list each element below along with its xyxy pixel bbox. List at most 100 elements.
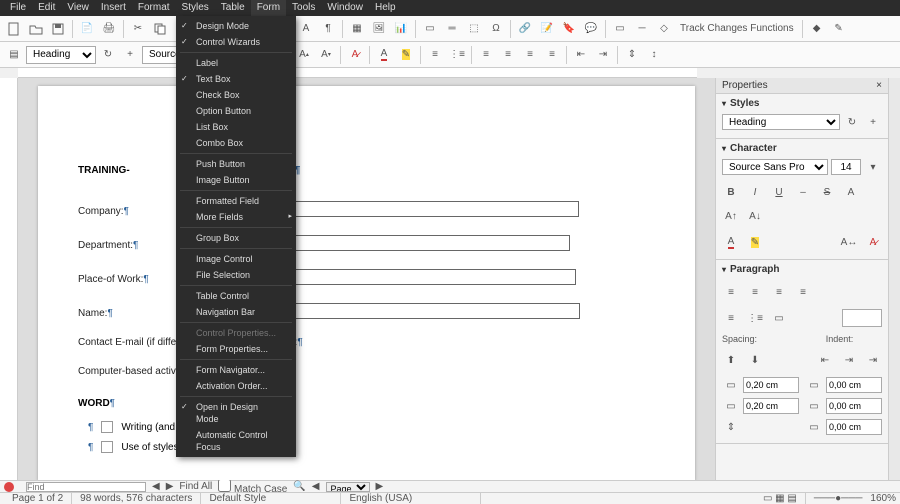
image-icon[interactable]: 🖼 xyxy=(369,19,389,39)
firstline-icon[interactable]: ▭ xyxy=(805,418,823,436)
chart-icon[interactable]: 📊 xyxy=(391,19,411,39)
clear-format-icon[interactable]: A̷ xyxy=(345,45,365,65)
justify-icon[interactable]: ≡ xyxy=(794,283,812,301)
checkbox-writing[interactable] xyxy=(101,421,113,433)
align-right-icon[interactable]: ≡ xyxy=(520,45,540,65)
menu-item-file-selection[interactable]: File Selection xyxy=(176,267,296,283)
status-style[interactable]: Default Style xyxy=(201,493,341,504)
spellcheck-icon[interactable]: A xyxy=(296,19,316,39)
find-prev-icon[interactable]: ◀ xyxy=(152,481,160,492)
line-icon[interactable]: ─ xyxy=(632,19,652,39)
italic-icon[interactable]: I xyxy=(746,183,764,201)
number-icon[interactable]: ⋮≡ xyxy=(746,309,764,327)
menu-edit[interactable]: Edit xyxy=(32,0,61,16)
menu-item-image-button[interactable]: Image Button xyxy=(176,172,296,188)
menu-help[interactable]: Help xyxy=(369,0,402,16)
nav-prev-icon[interactable]: ◀ xyxy=(312,481,320,492)
menu-item-more-fields[interactable]: More Fields xyxy=(176,209,296,225)
zoom-slider[interactable]: ───●─── xyxy=(806,493,871,504)
status-lang[interactable]: English (USA) xyxy=(341,493,481,504)
print-icon[interactable]: 🖨 xyxy=(99,19,119,39)
bold-icon[interactable]: B xyxy=(722,183,740,201)
clear-format-icon[interactable]: A̷ xyxy=(864,233,882,251)
menu-item-check-box[interactable]: Check Box xyxy=(176,87,296,103)
superscript-icon[interactable]: A▴ xyxy=(294,45,314,65)
status-wordcount[interactable]: 98 words, 576 characters xyxy=(72,493,201,504)
indent-after-icon[interactable]: ▭ xyxy=(805,397,823,415)
section-character[interactable]: Character xyxy=(730,143,777,154)
firstline-indent[interactable]: 0,00 cm xyxy=(826,419,882,435)
document-canvas[interactable]: TRAINING- ESTIONNAIRE¶ Company:¶ Departm… xyxy=(18,78,715,480)
align-left-icon[interactable]: ≡ xyxy=(476,45,496,65)
indent-after[interactable]: 0,00 cm xyxy=(826,398,882,414)
menu-item-form-navigator-[interactable]: Form Navigator... xyxy=(176,362,296,378)
dash-icon[interactable]: – xyxy=(794,183,812,201)
first-line-icon[interactable]: ⇥ xyxy=(864,351,882,369)
menu-item-automatic-control-focus[interactable]: Automatic Control Focus xyxy=(176,427,296,455)
menu-item-combo-box[interactable]: Combo Box xyxy=(176,135,296,151)
hyperlink-icon[interactable]: 🔗 xyxy=(515,19,535,39)
menu-styles[interactable]: Styles xyxy=(176,0,215,16)
field-icon[interactable]: ⬚ xyxy=(464,19,484,39)
highlight-icon[interactable]: ✎ xyxy=(396,45,416,65)
record-icon[interactable] xyxy=(4,482,14,492)
menu-item-navigation-bar[interactable]: Navigation Bar xyxy=(176,304,296,320)
inc-spacing-icon[interactable]: ⬆ xyxy=(722,351,740,369)
font-size-input[interactable] xyxy=(831,159,861,175)
linesp-icon[interactable]: ⇕ xyxy=(722,418,740,436)
findall-button[interactable]: Find All xyxy=(179,481,212,492)
bookmark-icon[interactable]: 🔖 xyxy=(559,19,579,39)
find-next-icon[interactable]: ▶ xyxy=(166,481,174,492)
copy-icon[interactable] xyxy=(150,19,170,39)
font-combo[interactable]: Source Sans Pro xyxy=(722,159,828,175)
comment-icon[interactable]: 💬 xyxy=(581,19,601,39)
menu-item-activation-order-[interactable]: Activation Order... xyxy=(176,378,296,394)
export-pdf-icon[interactable]: 📄 xyxy=(77,19,97,39)
dec-spacing-icon[interactable]: ⬇ xyxy=(746,351,764,369)
status-page[interactable]: Page 1 of 2 xyxy=(4,493,72,504)
align-center-icon[interactable]: ≡ xyxy=(498,45,518,65)
menu-item-open-in-design-mode[interactable]: Open in Design Mode xyxy=(176,399,296,427)
textbox-icon[interactable]: ▭ xyxy=(420,19,440,39)
paragraph-style-combo[interactable]: Heading xyxy=(26,46,96,64)
special-char-icon[interactable]: Ω xyxy=(486,19,506,39)
align-right-icon[interactable]: ≡ xyxy=(770,283,788,301)
above-icon[interactable]: ▭ xyxy=(722,376,740,394)
char-spacing-icon[interactable]: A↔ xyxy=(840,233,858,251)
menu-form[interactable]: Form xyxy=(251,0,286,16)
menu-window[interactable]: Window xyxy=(321,0,369,16)
section-styles[interactable]: Styles xyxy=(730,98,759,109)
dec-indent-icon[interactable]: ⇥ xyxy=(840,351,858,369)
update-style-icon[interactable]: ↻ xyxy=(843,113,861,131)
style-combo[interactable]: Heading xyxy=(722,114,840,130)
find-input[interactable] xyxy=(26,482,146,492)
underline-icon[interactable]: U xyxy=(770,183,788,201)
new-style-icon[interactable]: + xyxy=(864,113,882,131)
status-zoom[interactable]: 160% xyxy=(870,493,896,504)
font-color-icon[interactable]: A xyxy=(374,45,394,65)
menu-table[interactable]: Table xyxy=(215,0,251,16)
close-icon[interactable]: × xyxy=(876,80,882,91)
open-icon[interactable] xyxy=(26,19,46,39)
sidebar-toggle-icon[interactable]: ▤ xyxy=(4,45,24,65)
strike-icon[interactable]: S xyxy=(818,183,836,201)
nav-next-icon[interactable]: ▶ xyxy=(376,481,384,492)
subscript-icon[interactable]: A▾ xyxy=(316,45,336,65)
sidebar-tabstrip[interactable] xyxy=(888,78,900,480)
justify-icon[interactable]: ≡ xyxy=(542,45,562,65)
new-style-icon[interactable]: + xyxy=(120,45,140,65)
search-icon[interactable]: 🔍 xyxy=(293,481,305,492)
menu-item-table-control[interactable]: Table Control xyxy=(176,288,296,304)
menu-item-control-wizards[interactable]: Control Wizards xyxy=(176,34,296,50)
save-icon[interactable] xyxy=(48,19,68,39)
diamond-icon[interactable]: ◆ xyxy=(807,19,827,39)
menu-file[interactable]: File xyxy=(4,0,32,16)
horizontal-ruler[interactable] xyxy=(18,68,697,78)
size-arrow-icon[interactable]: ▾ xyxy=(864,158,882,176)
menu-item-option-button[interactable]: Option Button xyxy=(176,103,296,119)
number-list-icon[interactable]: ⋮≡ xyxy=(447,45,467,65)
bg-swatch[interactable] xyxy=(842,309,882,327)
menu-item-form-properties-[interactable]: Form Properties... xyxy=(176,341,296,357)
formatting-marks-icon[interactable]: ¶ xyxy=(318,19,338,39)
menu-item-formatted-field[interactable]: Formatted Field xyxy=(176,193,296,209)
